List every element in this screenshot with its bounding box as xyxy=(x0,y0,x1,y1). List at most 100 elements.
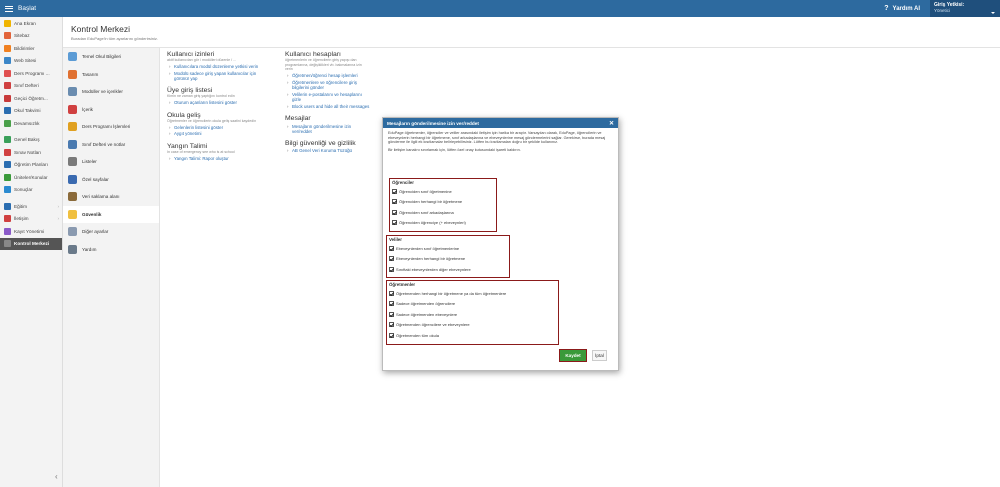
checkbox-checked-icon[interactable] xyxy=(389,256,394,262)
permission-checkbox[interactable]: Sadece öğretmenden ebeveynlere xyxy=(389,309,556,320)
category-label: Tasarım xyxy=(82,71,99,77)
permission-checkbox[interactable]: Sadece öğretmenden öğrencilere xyxy=(389,299,556,310)
category-label: Diğer ayarlar xyxy=(82,229,109,235)
category-item[interactable]: Güvenlik xyxy=(63,205,159,223)
sidebar-item[interactable]: Sınav Notları xyxy=(0,146,62,159)
sidebar-item[interactable]: Sitebaz xyxy=(0,30,62,43)
sidebar-item[interactable]: Bildirimler xyxy=(0,42,62,55)
close-icon[interactable]: ✕ xyxy=(609,120,614,127)
permission-checkbox[interactable]: Ebeveynlerden sınıf öğretmenlerine xyxy=(389,243,507,254)
sidebar-item[interactable]: Üniteler/Konular xyxy=(0,171,62,184)
permission-checkbox[interactable]: Öğrenciden öğrenciye (+ ebeveynleri) xyxy=(392,218,494,229)
sidebar-item-label: İletişim xyxy=(14,216,29,222)
section-description: aktif kullanıcıları gör / modülleri düze… xyxy=(167,58,237,62)
settings-link[interactable]: › Gelenlerin listesini göster xyxy=(167,125,272,130)
checkbox-checked-icon[interactable] xyxy=(389,332,394,338)
cancel-button[interactable]: İptal xyxy=(592,350,607,361)
sidebar-item-label: Okul Takvimi xyxy=(14,108,41,114)
category-item[interactable]: Diğer ayarlar xyxy=(63,223,159,241)
sidebar-item-icon xyxy=(4,161,11,169)
category-item[interactable]: İçerik xyxy=(63,101,159,119)
sidebar-item-label: Eğitim xyxy=(14,203,28,209)
checkbox-checked-icon[interactable] xyxy=(389,266,394,272)
sidebar-item[interactable]: Web Sitesi xyxy=(0,55,62,68)
sidebar-item[interactable]: Okul Takvimi xyxy=(0,105,62,118)
category-item[interactable]: Listeler xyxy=(63,153,159,171)
teachers-group-title: Öğretmenler xyxy=(389,282,416,287)
checkbox-checked-icon[interactable] xyxy=(389,311,394,317)
permission-checkbox[interactable]: Sınıftaki ebeveynlerden diğer ebeveynler… xyxy=(389,264,507,275)
category-item[interactable]: Sınıf Defteri ve notlar xyxy=(63,136,159,154)
checkbox-checked-icon[interactable] xyxy=(392,199,397,205)
checkbox-checked-icon[interactable] xyxy=(389,245,394,251)
settings-link[interactable]: › Block users and hide all their messages xyxy=(285,104,370,109)
checkbox-checked-icon[interactable] xyxy=(389,290,394,296)
sidebar-item[interactable]: Devamsızlık xyxy=(0,117,62,130)
category-icon xyxy=(68,157,77,167)
sidebar-item[interactable]: Sınıf Defteri xyxy=(0,80,62,93)
start-menu-button[interactable]: Başlat xyxy=(0,5,36,12)
settings-section: Okula geliş Öğretmenler ve öğrencilerin o… xyxy=(167,112,272,137)
sidebar-item[interactable]: Sonuçlar xyxy=(0,184,62,197)
permission-checkbox[interactable]: Öğretmenden öğrencilere ve ebeveynlere xyxy=(389,320,556,331)
sidebar-item[interactable]: Geçici Öğretm... xyxy=(0,92,62,105)
category-label: İçerik xyxy=(82,106,93,112)
category-item[interactable]: Modüller ve içerikler xyxy=(63,83,159,101)
collapse-sidebar-icon[interactable]: ‹ xyxy=(55,472,58,481)
sidebar-item-label: Bildirimler xyxy=(14,45,35,51)
sidebar-item[interactable]: Genel Bakış xyxy=(0,134,62,147)
sidebar-item[interactable]: Kontrol Merkezi xyxy=(0,237,62,250)
category-icon xyxy=(68,174,77,184)
sidebar-item[interactable]: Eğitim › xyxy=(0,200,62,213)
permission-checkbox[interactable]: Öğrenciden herhangi bir öğretmene xyxy=(392,197,494,208)
settings-link[interactable]: › Yangın Talimi: Rapor oluştur xyxy=(167,156,272,161)
category-item[interactable]: Veri saklama alanı xyxy=(63,188,159,206)
settings-link[interactable]: › Mesajların gönderilmesine izin ver/redd… xyxy=(285,124,370,134)
sidebar-item[interactable]: Ana Ekran xyxy=(0,17,62,30)
settings-link[interactable]: › Kullanıcılara modül düzenleme yetkisi v… xyxy=(167,64,272,69)
help-button[interactable]: ? Yardım AI xyxy=(884,5,920,12)
settings-link[interactable]: › Oturum açanların listesini göster xyxy=(167,100,272,105)
sidebar-item-label: Geçici Öğretm... xyxy=(14,95,48,101)
category-item[interactable]: Özel sayfalar xyxy=(63,171,159,189)
section-description: In case of emergency see who is at schoo… xyxy=(167,149,235,154)
permission-checkbox[interactable]: Öğretmenden tüm okula xyxy=(389,330,556,341)
checkbox-checked-icon[interactable] xyxy=(392,188,397,194)
category-item[interactable]: Ders Programı İşlemleri xyxy=(63,118,159,136)
sidebar-item[interactable]: Kayıt Yönetimi xyxy=(0,225,62,238)
settings-link[interactable]: › Modülü sadece giriş yapan kullanıcılar … xyxy=(167,71,272,81)
sidebar-item-icon xyxy=(4,119,11,127)
settings-section: Kullanıcı izinleri aktif kullanıcıları gö… xyxy=(167,51,272,81)
permission-checkbox[interactable]: Ebeveynlerden herhangi bir öğretmene xyxy=(389,254,507,265)
category-item[interactable]: Tasarım xyxy=(63,66,159,84)
category-label: Özel sayfalar xyxy=(82,176,109,182)
settings-link[interactable]: › AB Genel Veri Koruma Tüzüğü xyxy=(285,148,370,153)
permission-label: Ebeveynlerden sınıf öğretmenlerine xyxy=(396,245,460,251)
sidebar-item[interactable]: İletişim › xyxy=(0,213,62,226)
permission-checkbox[interactable]: Öğrenciden sınıf arkadaşlarına xyxy=(392,207,494,218)
chevron-right-icon: › xyxy=(287,79,289,85)
permission-checkbox[interactable]: Öğretmenden herhangi bir öğretmene ya da… xyxy=(389,288,556,299)
category-item[interactable]: Yardım xyxy=(63,241,159,259)
checkbox-checked-icon[interactable] xyxy=(389,322,394,328)
sidebar-item[interactable]: Ders Programı ... xyxy=(0,67,62,80)
settings-link[interactable]: › Aygıt yönetimi xyxy=(167,131,272,136)
permission-checkbox[interactable]: Öğrenciden sınıf öğretmenine xyxy=(392,186,494,197)
dialog-header: Mesajların gönderilmesine izin ver/redde… xyxy=(383,118,618,128)
checkbox-checked-icon[interactable] xyxy=(392,209,397,215)
sidebar-item-label: Devamsızlık xyxy=(14,120,40,126)
chevron-right-icon: › xyxy=(169,100,171,106)
checkbox-checked-icon[interactable] xyxy=(392,220,397,226)
login-role-select[interactable]: Giriş Yetkisi: Yönetici xyxy=(930,0,1000,17)
settings-link[interactable]: › Öğretmen/öğrenci hesap işlemleri xyxy=(285,73,370,78)
settings-link-label: Velilerin e-postalarını ve hesaplarını g… xyxy=(292,91,362,103)
sidebar-item-icon xyxy=(4,107,11,115)
chevron-right-icon: › xyxy=(287,73,289,79)
category-item[interactable]: Temel Okul Bilgileri xyxy=(63,48,159,66)
settings-link[interactable]: › Öğretmenlere ve öğrencilere giriş bilgi… xyxy=(285,80,370,90)
permission-label: Sınıftaki ebeveynlerden diğer ebeveynler… xyxy=(396,266,471,272)
settings-link[interactable]: › Velilerin e-postalarını ve hesaplarını … xyxy=(285,92,370,102)
save-button[interactable]: Kaydet xyxy=(559,349,587,362)
sidebar-item[interactable]: Öğretim Planları xyxy=(0,159,62,172)
checkbox-checked-icon[interactable] xyxy=(389,301,394,307)
